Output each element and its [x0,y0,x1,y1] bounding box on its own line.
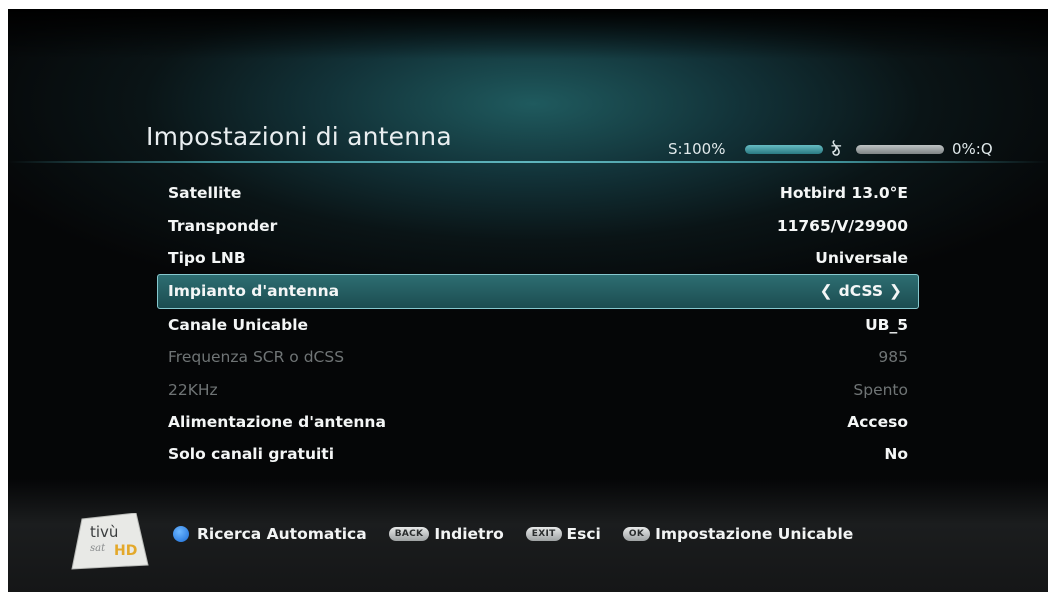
menu-label: Transponder [168,216,278,235]
signal-quality-bar [856,145,944,154]
chevron-left-icon[interactable]: ❮ [814,282,839,300]
menu-value: No [884,445,908,464]
legend-ok-label: Impostazione Unicable [655,525,854,543]
menu-row-tipo-lnb[interactable]: Tipo LNB Universale [158,242,918,274]
menu-value: UB_5 [865,315,908,334]
menu-row-22khz: 22KHz Spento [158,373,918,405]
menu-value: Hotbird 13.0°E [779,184,908,203]
menu-label: Solo canali gratuiti [168,445,335,464]
menu-value: Acceso [847,412,908,431]
legend-row: Ricerca Automatica BACK Indietro EXIT Es… [173,525,875,543]
menu-row-frequenza-scr: Frequenza SCR o dCSS 985 [158,341,918,373]
menu-row-transponder[interactable]: Transponder 11765/V/29900 [158,209,918,241]
menu-label: Satellite [168,184,242,203]
logo-tivu-text: tivù [90,523,118,541]
menu-row-solo-canali-gratuiti[interactable]: Solo canali gratuiti No [158,438,918,470]
footer-legend: tivù sat HD Ricerca Automatica BACK Indi… [70,513,970,570]
menu-value: Universale [815,248,908,267]
menu-label: 22KHz [168,380,218,399]
signal-quality-label: 0%:Q [952,140,993,158]
menu-value: dCSS [838,282,883,301]
blue-button-icon[interactable] [173,526,189,542]
chevron-right-icon[interactable]: ❯ [883,282,908,300]
menu-row-impianto-antenna[interactable]: Impianto d'antenna ❮ dCSS ❯ [157,274,919,309]
menu-row-satellite[interactable]: Satellite Hotbird 13.0°E [158,177,918,209]
exit-key-icon[interactable]: EXIT [525,527,562,541]
menu-value: 11765/V/29900 [776,216,908,235]
menu-value: Spento [853,380,908,399]
title-divider [8,161,1048,163]
menu-label: Frequenza SCR o dCSS [168,348,345,367]
menu-value: 985 [878,348,908,367]
menu-label: Impianto d'antenna [168,282,340,301]
legend-blue-label: Ricerca Automatica [197,525,367,543]
menu-label: Canale Unicable [168,315,309,334]
settings-menu: Satellite Hotbird 13.0°E Transponder 117… [157,177,919,471]
logo-hd-text: HD [114,543,137,559]
signal-strength-bar [745,145,823,154]
signal-strength-label: S:100% [668,140,726,158]
back-key-icon[interactable]: BACK [388,527,430,541]
menu-label: Tipo LNB [168,248,246,267]
tivusat-hd-logo: tivù sat HD [71,513,149,570]
ok-key-icon[interactable]: OK [622,527,651,541]
menu-row-alimentazione[interactable]: Alimentazione d'antenna Acceso [158,406,918,438]
swirl-icon: ঠ [832,141,841,160]
logo-sat-text: sat [90,543,106,554]
menu-row-canale-unicable[interactable]: Canale Unicable UB_5 [158,309,918,341]
menu-value-selector[interactable]: ❮ dCSS ❯ [814,282,908,300]
legend-back-label: Indietro [434,525,504,543]
page-title: Impostazioni di antenna [146,122,452,151]
legend-exit-label: Esci [566,525,601,543]
menu-label: Alimentazione d'antenna [168,412,386,431]
tv-screen: Impostazioni di antenna S:100% ঠ 0%:Q Sa… [8,9,1048,592]
